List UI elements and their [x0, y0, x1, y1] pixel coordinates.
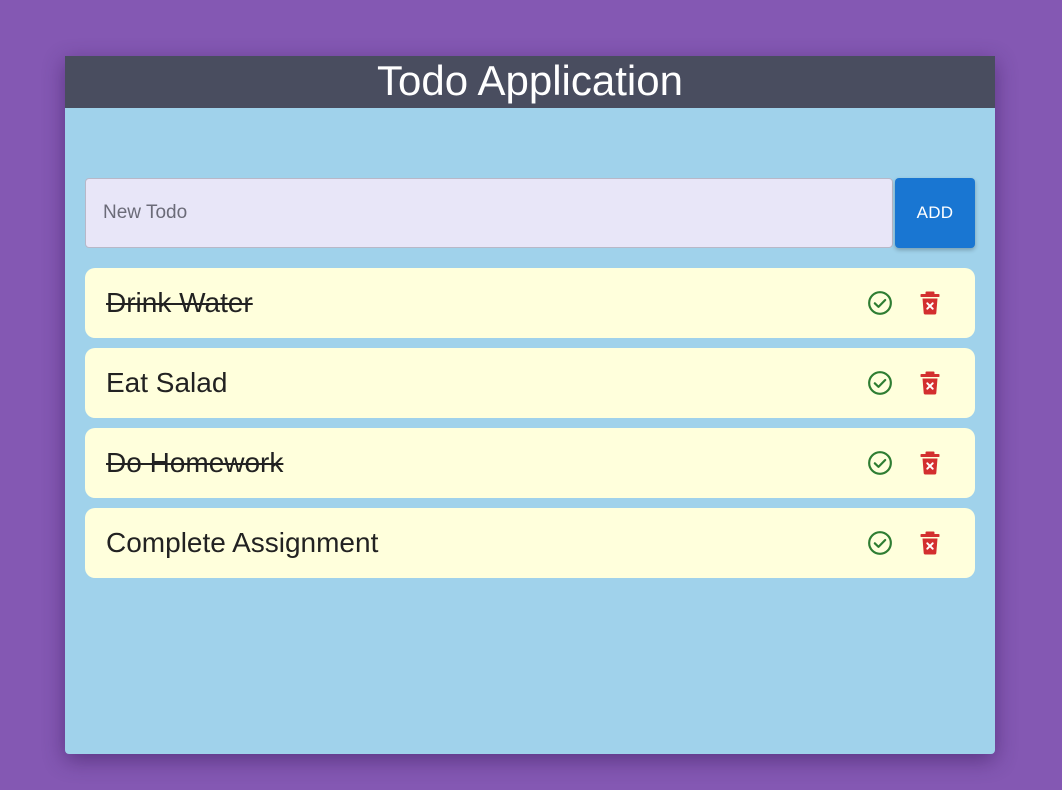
todo-item: Drink Water	[85, 268, 975, 338]
todo-text: Drink Water	[106, 287, 253, 318]
todo-text: Eat Salad	[106, 367, 228, 398]
new-todo-input[interactable]	[85, 178, 893, 248]
todo-item: Eat Salad	[85, 348, 975, 418]
trash-icon[interactable]	[917, 530, 943, 556]
todo-text: Complete Assignment	[106, 527, 379, 558]
todo-list: Drink Water Eat Salad Do Homework Comple…	[85, 268, 975, 588]
todo-item: Complete Assignment	[85, 508, 975, 578]
todo-app-card: Todo Application ADD Drink Water Eat Sal…	[65, 56, 995, 754]
trash-icon[interactable]	[917, 450, 943, 476]
todo-text: Do Homework	[106, 447, 284, 478]
check-circle-icon[interactable]	[867, 290, 893, 316]
trash-icon[interactable]	[917, 290, 943, 316]
app-title: Todo Application	[65, 56, 995, 108]
check-circle-icon[interactable]	[867, 530, 893, 556]
new-todo-form: ADD	[85, 178, 975, 248]
check-circle-icon[interactable]	[867, 370, 893, 396]
todo-item: Do Homework	[85, 428, 975, 498]
check-circle-icon[interactable]	[867, 450, 893, 476]
add-button[interactable]: ADD	[895, 178, 975, 248]
trash-icon[interactable]	[917, 370, 943, 396]
